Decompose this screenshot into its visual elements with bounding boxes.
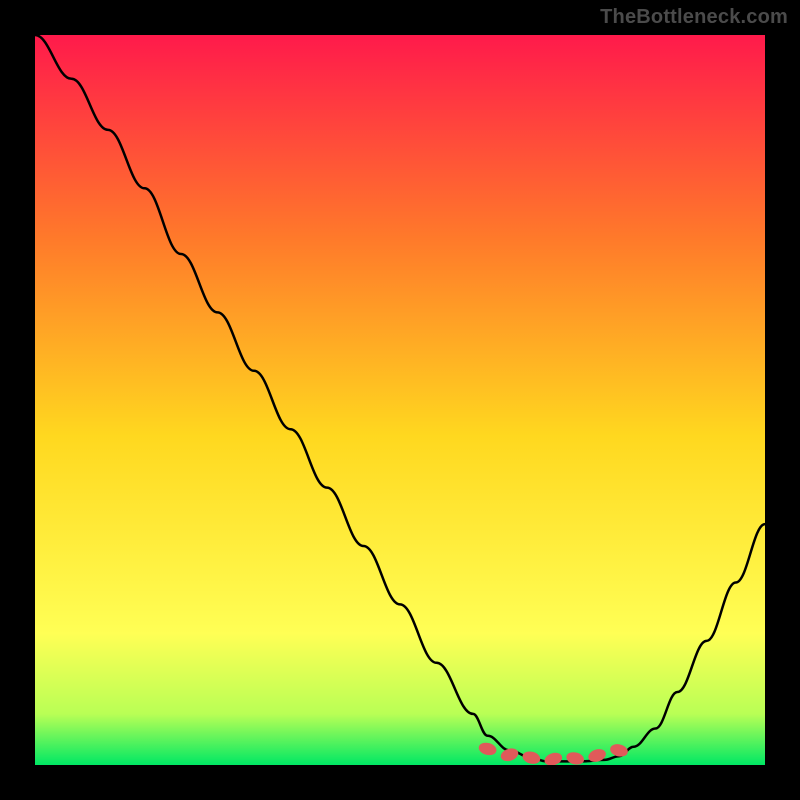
- bottleneck-chart: [35, 35, 765, 765]
- chart-svg: [35, 35, 765, 765]
- gradient-background: [35, 35, 765, 765]
- watermark-text: TheBottleneck.com: [600, 6, 788, 29]
- chart-container: TheBottleneck.com: [0, 0, 800, 800]
